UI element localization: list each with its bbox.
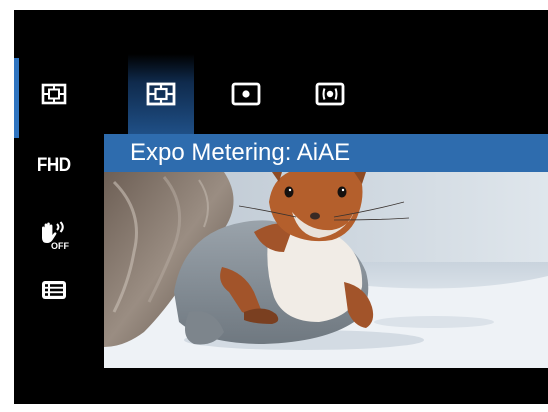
menu-title-bar: Expo Metering: AiAE [104,134,548,172]
option-spot[interactable] [220,74,272,114]
metering-center-weighted-icon [315,82,345,106]
sidebar-item-menu[interactable] [28,270,80,310]
live-view-preview [104,172,548,368]
sidebar-item-video-resolution[interactable]: FHD [28,146,80,186]
squirrel-photo [104,172,548,368]
sidebar-item-expo-metering[interactable] [28,74,80,114]
stabilizer-off-icon: OFF [42,221,69,250]
option-aiae[interactable] [135,74,187,114]
svg-text:OFF: OFF [51,241,69,250]
metering-aiae-icon [146,82,176,106]
menu-title: Expo Metering: AiAE [130,139,351,166]
metering-aiae-icon [41,83,67,105]
sidebar-selection-indicator [14,58,19,138]
menu-list-icon [42,281,66,299]
option-center-weighted[interactable] [304,74,356,114]
metering-spot-icon [231,82,261,106]
fhd-icon: FHD [37,155,71,176]
camera-screen: FHD OFF Expo Metering: AiAE [14,10,548,404]
sidebar-item-stabilizer[interactable]: OFF [28,215,80,255]
